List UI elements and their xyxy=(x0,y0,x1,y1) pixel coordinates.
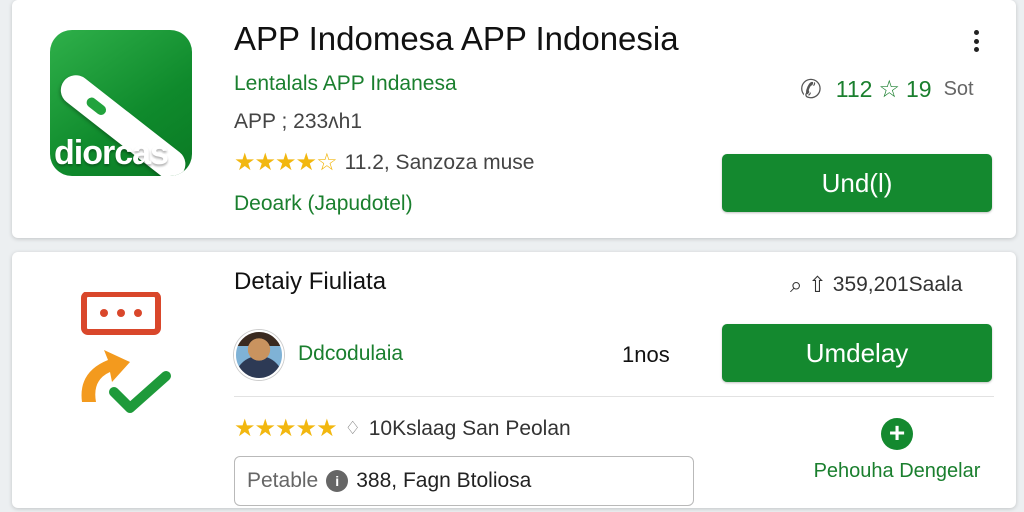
section-title: Detaiy Fiuliata xyxy=(234,268,387,295)
input-label: Petable xyxy=(247,469,319,492)
app-icon[interactable]: diorcas xyxy=(50,30,192,176)
avatar[interactable] xyxy=(234,330,284,380)
stat-value-2: 19 xyxy=(905,76,932,102)
rating-text: 11.2, Sanzoza muse xyxy=(344,150,535,174)
detail-card: Detaiy Fiuliata ⌕ ⇧ 359,201Saala Ddcodul… xyxy=(12,252,1016,508)
app-card: diorcas APP Indomesa APP Indonesia Lenta… xyxy=(12,0,1016,238)
stat-value-1: 112 xyxy=(835,76,873,102)
rating-stars: ★★★★☆ xyxy=(234,149,338,176)
app-id-text: APP ; 233ʌh1 xyxy=(234,110,363,133)
developer-name[interactable]: Ddcodulaia xyxy=(298,342,403,366)
add-label: Pehouha Dengelar xyxy=(813,460,981,482)
phone-icon: ✆ xyxy=(800,74,822,104)
star-outline-icon: ☆ xyxy=(878,76,900,103)
app-title: APP Indomesa APP Indonesia xyxy=(234,20,679,57)
rating-text: 10Kslaag San Peolan xyxy=(368,416,571,440)
app-icon-label: diorcas xyxy=(54,134,169,172)
detail-count: 359,201Saala xyxy=(832,273,963,296)
info-icon: i xyxy=(326,470,349,492)
rating-stars: ★★★★★ xyxy=(234,415,338,442)
input-value: 388, Fagn Btoliosa xyxy=(356,469,532,492)
developer-link[interactable]: Lentalals APP Indanesa xyxy=(234,72,457,96)
upload-icon[interactable]: ⇧ xyxy=(808,272,826,298)
more-vert-icon[interactable] xyxy=(968,26,984,56)
stat-unit: Sot xyxy=(943,78,974,100)
rating-row: ★★★★☆ 11.2, Sanzoza muse xyxy=(234,148,534,177)
detail-rating-row: ★★★★★ ♢ 10Kslaag San Peolan xyxy=(234,414,571,443)
pin-icon: ♢ xyxy=(344,418,361,438)
size-text: 1nos xyxy=(622,342,670,367)
install-button[interactable]: Und(l) xyxy=(722,154,992,212)
divider xyxy=(234,396,994,397)
add-button[interactable]: + Pehouha Dengelar xyxy=(792,418,1002,488)
plus-icon: + xyxy=(881,418,913,450)
chat-check-icon xyxy=(81,292,171,413)
app-stats: ✆ 112 ☆ 19 Sot xyxy=(800,74,974,105)
update-status: Deoark (Japudotel) xyxy=(234,192,413,215)
update-button[interactable]: Umdelay xyxy=(722,324,992,382)
detail-stats: ⌕ ⇧ 359,201Saala xyxy=(790,272,962,298)
search-icon[interactable]: ⌕ xyxy=(790,272,802,298)
detail-input-field[interactable]: Petable i 388, Fagn Btoliosa xyxy=(234,456,694,506)
